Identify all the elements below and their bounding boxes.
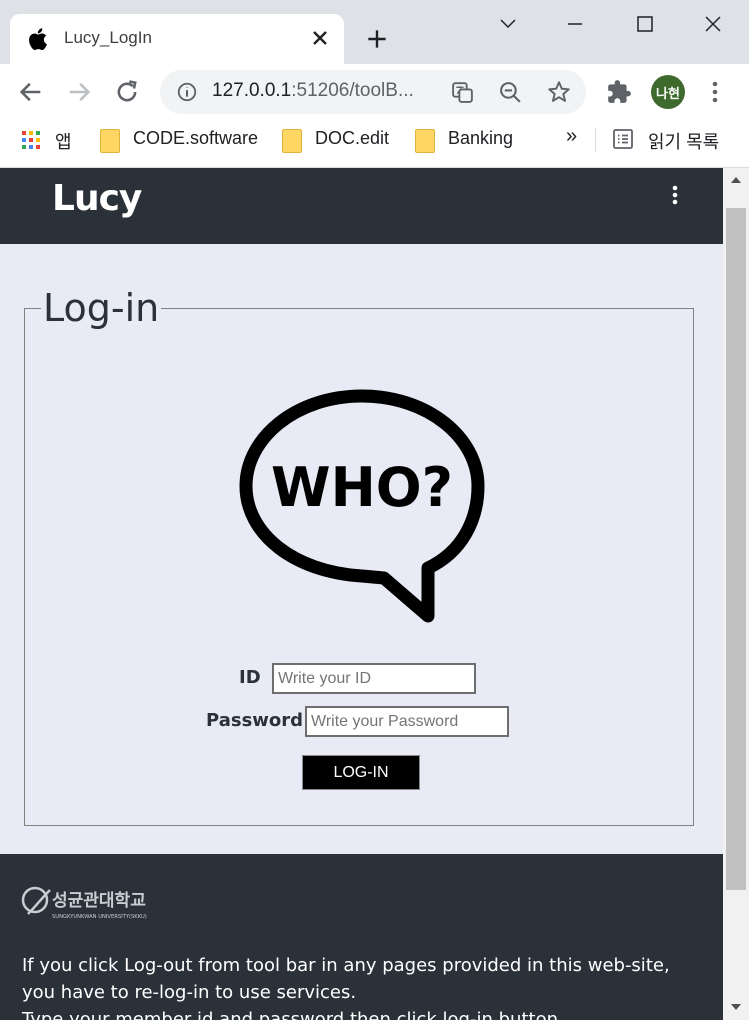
forward-icon[interactable]	[65, 78, 93, 106]
tab-search-icon[interactable]	[493, 10, 523, 38]
bookmark-apps[interactable]: 앱	[55, 128, 72, 154]
back-icon[interactable]	[17, 78, 45, 106]
footer-line: If you click Log-out from tool bar in an…	[22, 955, 670, 976]
login-legend: Log-in	[43, 286, 160, 330]
apps-grid-icon[interactable]	[21, 130, 41, 150]
translate-icon[interactable]	[450, 80, 475, 105]
reading-list-icon[interactable]	[612, 128, 634, 150]
scroll-down-arrow-icon[interactable]	[726, 999, 746, 1015]
bookmark-star-icon[interactable]	[546, 79, 572, 105]
profile-avatar[interactable]: 나현	[651, 75, 685, 109]
zoom-out-icon[interactable]	[498, 80, 523, 105]
site-brand[interactable]: Lucy	[52, 178, 142, 219]
bookmark-code-software[interactable]: CODE.software	[133, 128, 258, 149]
folder-icon	[282, 129, 302, 153]
password-label: Password	[206, 710, 304, 731]
site-header: Lucy	[0, 168, 723, 244]
who-text: WHO?	[271, 456, 453, 519]
footer-line: you have to re-log-in to use services.	[22, 982, 357, 1003]
university-logo: 성균관대학교 SUNGKYUNKWAN UNIVERSITY(SKKU)	[21, 886, 147, 920]
site-menu-icon[interactable]	[668, 184, 682, 208]
login-button[interactable]: LOG-IN	[302, 755, 420, 790]
browser-tab[interactable]	[10, 14, 344, 64]
folder-icon	[100, 129, 120, 153]
who-speech-bubble-image: WHO?	[239, 389, 485, 623]
close-tab-icon[interactable]	[308, 26, 332, 50]
minimize-icon[interactable]	[560, 10, 590, 38]
bookmark-banking[interactable]: Banking	[448, 128, 513, 149]
reading-list-label[interactable]: 읽기 목록	[648, 128, 719, 154]
university-subtitle: SUNGKYUNKWAN UNIVERSITY(SKKU)	[52, 914, 147, 920]
folder-icon	[415, 129, 435, 153]
id-label: ID	[239, 667, 261, 688]
scrollbar-thumb[interactable]	[726, 208, 746, 890]
more-bookmarks-chevron[interactable]: »	[566, 125, 577, 148]
new-tab-icon[interactable]	[364, 26, 390, 52]
id-input[interactable]	[272, 663, 476, 694]
tab-title: Lucy_LogIn	[64, 28, 152, 47]
extensions-icon[interactable]	[606, 79, 632, 105]
university-name: 성균관대학교	[52, 891, 146, 911]
maximize-icon[interactable]	[630, 10, 660, 38]
close-window-icon[interactable]	[698, 10, 728, 38]
apple-icon	[29, 28, 47, 51]
bookmark-divider	[595, 128, 596, 152]
reload-icon[interactable]	[113, 78, 141, 106]
footer-line: Type your member id and password then cl…	[22, 1009, 564, 1020]
site-footer: 성균관대학교 SUNGKYUNKWAN UNIVERSITY(SKKU) If …	[0, 854, 723, 1020]
url-text[interactable]: 127.0.0.1:51206/toolB...	[212, 80, 414, 102]
bookmark-doc-edit[interactable]: DOC.edit	[315, 128, 389, 149]
browser-menu-icon[interactable]	[705, 79, 725, 105]
footer-notice: If you click Log-out from tool bar in an…	[22, 952, 702, 1020]
page-viewport: Lucy Log-in WHO? ID Password LOG-IN 성균관대…	[0, 168, 723, 1020]
password-input[interactable]	[305, 706, 509, 737]
info-icon[interactable]	[176, 81, 198, 103]
scroll-up-arrow-icon[interactable]	[726, 172, 746, 188]
